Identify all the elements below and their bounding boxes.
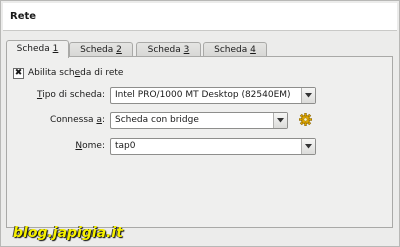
settings-window: Rete Scheda 1 Scheda 2 Scheda 3 Scheda 4… xyxy=(0,0,400,247)
label-text: da di rete xyxy=(80,68,124,78)
chevron-down-icon xyxy=(305,93,312,98)
tab-scheda-2[interactable]: Scheda 2 xyxy=(69,42,133,57)
tab-panel: ✖ Abilita scheda di rete Tipo di scheda:… xyxy=(6,56,393,228)
page-title: Rete xyxy=(10,11,37,22)
tab-label: Scheda xyxy=(147,45,184,55)
dropdown-button[interactable] xyxy=(273,113,287,128)
tab-scheda-3[interactable]: Scheda 3 xyxy=(136,42,201,57)
name-select[interactable]: tap0 xyxy=(110,138,316,155)
attached-to-label: Connessa a: xyxy=(7,115,105,125)
tab-number: 4 xyxy=(250,45,256,55)
tab-number: 1 xyxy=(52,44,59,54)
gear-icon[interactable] xyxy=(299,113,312,126)
tab-scheda-1[interactable]: Scheda 1 xyxy=(6,40,69,58)
select-value: Scheda con bridge xyxy=(115,115,199,125)
adapter-type-label: Tipo di scheda: xyxy=(7,90,105,100)
watermark: blog.japigia.it xyxy=(13,225,123,241)
label-text: Abilita sch xyxy=(28,68,75,78)
dropdown-button[interactable] xyxy=(301,139,315,154)
adapter-type-select[interactable]: Intel PRO/1000 MT Desktop (82540EM) xyxy=(110,87,316,104)
select-value: Intel PRO/1000 MT Desktop (82540EM) xyxy=(115,90,291,100)
chevron-down-icon xyxy=(305,144,312,149)
select-value: tap0 xyxy=(115,141,136,151)
label-text: ipo di scheda: xyxy=(42,90,105,100)
enable-adapter-label[interactable]: Abilita scheda di rete xyxy=(28,68,123,78)
enable-adapter-checkbox[interactable]: ✖ xyxy=(13,68,24,79)
label-text: ome: xyxy=(82,141,105,151)
name-label: Nome: xyxy=(7,141,105,151)
tab-label: Scheda xyxy=(214,45,251,55)
label-text: : xyxy=(101,115,105,125)
attached-to-select[interactable]: Scheda con bridge xyxy=(110,112,288,129)
tab-scheda-4[interactable]: Scheda 4 xyxy=(203,42,267,57)
label-text: Connessa xyxy=(49,115,97,125)
section-header: Rete xyxy=(3,3,397,31)
tab-label: Scheda xyxy=(80,45,117,55)
dropdown-button[interactable] xyxy=(301,88,315,103)
chevron-down-icon xyxy=(277,118,284,123)
tab-number: 3 xyxy=(183,45,190,55)
tab-label: Scheda xyxy=(16,44,53,54)
tab-number: 2 xyxy=(116,45,122,55)
